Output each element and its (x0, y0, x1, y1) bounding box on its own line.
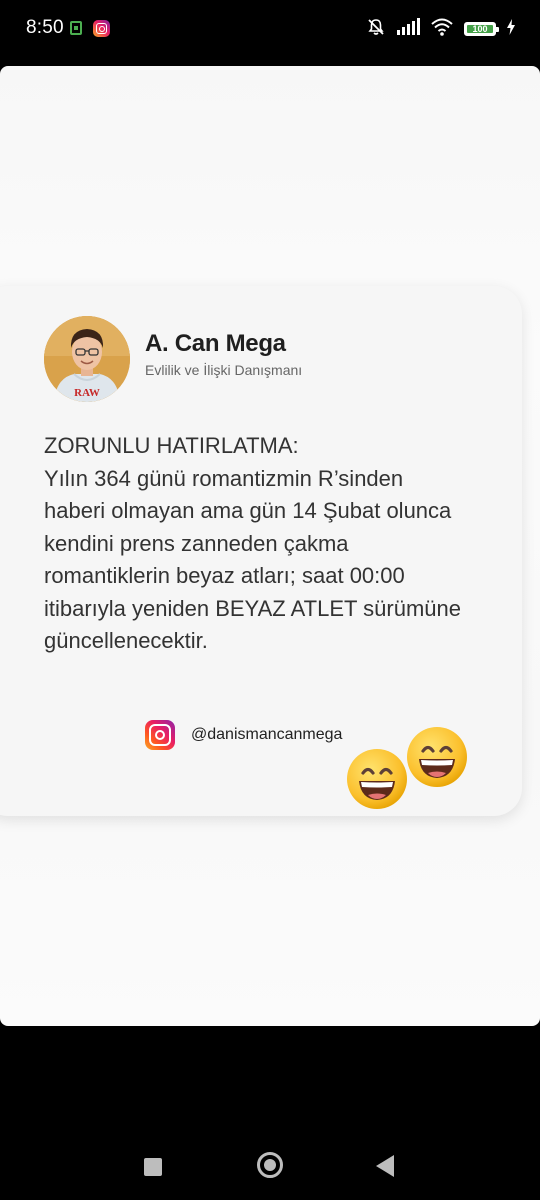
silent-bell-icon (366, 17, 386, 42)
instagram-handle: @danismancanmega (191, 726, 343, 743)
home-button[interactable] (257, 1152, 283, 1178)
wifi-icon (430, 17, 454, 42)
system-icons: 100 (366, 16, 516, 42)
author-title: Evlilik ve İlişki Danışmanı (145, 362, 303, 378)
navigation-bar (0, 1030, 540, 1200)
instagram-icon (145, 720, 175, 750)
signal-icon (396, 17, 420, 41)
back-button[interactable] (376, 1155, 394, 1177)
grinning-smiling-eyes-emoji (347, 749, 407, 809)
instagram-notification-icon (93, 20, 110, 37)
avatar: RAW (44, 316, 130, 402)
status-time: 8:50 (26, 17, 64, 38)
status-bar: 8:50 100 (0, 0, 540, 60)
grinning-smiling-eyes-emoji (407, 727, 467, 787)
charging-bolt-icon (506, 18, 516, 40)
battery-icon: 100 (464, 22, 499, 36)
avatar-shirt-text: RAW (74, 387, 100, 399)
instagram-credit: @danismancanmega (145, 720, 342, 750)
phone-screen: 8:50 100 RAW A. Can Mega Evlilik ve İliş… (0, 0, 540, 1200)
author-name: A. Can Mega (145, 330, 286, 357)
notification-green-icon (70, 21, 82, 35)
battery-level: 100 (467, 25, 493, 34)
recents-button[interactable] (144, 1158, 162, 1176)
post-body-text: ZORUNLU HATIRLATMA: Yılın 364 günü roman… (44, 433, 461, 653)
